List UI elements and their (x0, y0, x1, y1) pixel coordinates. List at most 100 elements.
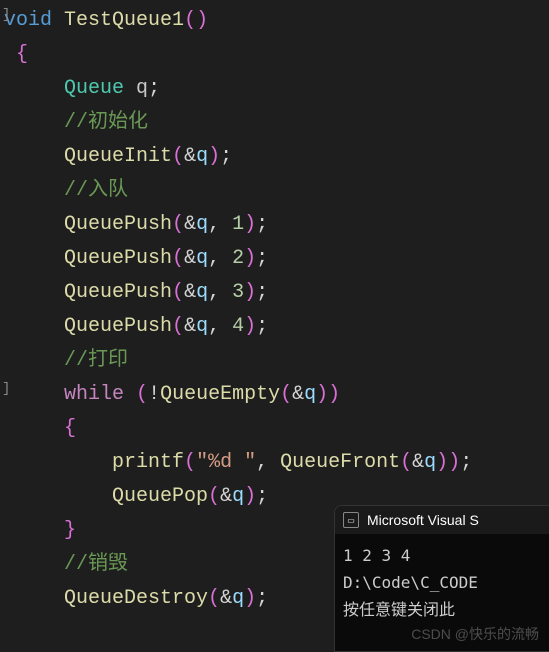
code-line: QueuePush(&q, 4); (4, 310, 549, 344)
amp: & (292, 383, 304, 406)
semicolon: ; (256, 247, 268, 270)
keyword-void: void (4, 9, 52, 32)
paren: ( (172, 145, 184, 168)
paren: ( (172, 281, 184, 304)
code-line: QueuePush(&q, 2); (4, 242, 549, 276)
paren: ( (136, 383, 148, 406)
paren: ) (244, 315, 256, 338)
func-call: QueueEmpty (160, 383, 280, 406)
keyword-while: while (64, 383, 124, 406)
amp: & (184, 247, 196, 270)
code-line: { (4, 38, 549, 72)
var-name: q (136, 77, 148, 100)
console-title-text: Microsoft Visual S (367, 512, 479, 528)
func-call: QueuePush (64, 247, 172, 270)
amp: & (184, 281, 196, 304)
console-line: 按任意键关闭此 (343, 596, 541, 623)
comma: , (208, 281, 232, 304)
paren: ) (244, 587, 256, 610)
number: 4 (232, 315, 244, 338)
arg: q (232, 587, 244, 610)
paren: ( (172, 213, 184, 236)
brace-open: { (16, 43, 28, 66)
code-line: ]void TestQueue1() (4, 4, 549, 38)
semicolon: ; (256, 315, 268, 338)
comment: //销毁 (64, 553, 128, 576)
arg: q (196, 145, 208, 168)
type-name: Queue (64, 77, 124, 100)
arg: q (424, 451, 436, 474)
console-titlebar[interactable]: ▭ Microsoft Visual S (335, 506, 549, 534)
paren: ) (244, 281, 256, 304)
amp: & (184, 145, 196, 168)
paren: ) (328, 383, 340, 406)
func-call: QueueInit (64, 145, 172, 168)
func-call: QueuePush (64, 281, 172, 304)
not-op: ! (148, 383, 160, 406)
semicolon: ; (256, 485, 268, 508)
watermark: CSDN @快乐的流畅 (411, 624, 539, 644)
amp: & (412, 451, 424, 474)
amp: & (184, 315, 196, 338)
space (124, 383, 136, 406)
code-line: //打印 (4, 344, 549, 378)
arg: q (196, 315, 208, 338)
func-call: QueuePush (64, 213, 172, 236)
semicolon: ; (256, 213, 268, 236)
code-line: { (4, 412, 549, 446)
paren: ) (244, 247, 256, 270)
paren: ( (208, 587, 220, 610)
paren: ( (280, 383, 292, 406)
paren: ) (436, 451, 448, 474)
code-line: QueueInit(&q); (4, 140, 549, 174)
string: "%d " (196, 451, 256, 474)
collapse-marker[interactable]: ] (2, 4, 10, 28)
amp: & (220, 485, 232, 508)
comma: , (208, 213, 232, 236)
semicolon: ; (256, 281, 268, 304)
number: 2 (232, 247, 244, 270)
code-line: Queue q; (4, 72, 549, 106)
comment: //入队 (64, 179, 128, 202)
semicolon: ; (460, 451, 472, 474)
code-line: //入队 (4, 174, 549, 208)
paren: ) (244, 485, 256, 508)
paren: ) (208, 145, 220, 168)
console-icon: ▭ (343, 512, 359, 528)
function-name: TestQueue1 (64, 9, 184, 32)
code-line: QueuePush(&q, 3); (4, 276, 549, 310)
number: 1 (232, 213, 244, 236)
comma: , (208, 315, 232, 338)
paren: ( (184, 451, 196, 474)
func-call: QueuePop (112, 485, 208, 508)
number: 3 (232, 281, 244, 304)
func-call: printf (112, 451, 184, 474)
func-call: QueueDestroy (64, 587, 208, 610)
comment: //打印 (64, 349, 128, 372)
paren: ( (208, 485, 220, 508)
arg: q (196, 247, 208, 270)
arg: q (304, 383, 316, 406)
arg: q (232, 485, 244, 508)
amp: & (220, 587, 232, 610)
brace-close: } (64, 519, 76, 542)
func-call: QueueFront (280, 451, 400, 474)
brace-open: { (64, 417, 76, 440)
collapse-marker[interactable]: ] (2, 378, 10, 402)
comment: //初始化 (64, 111, 148, 134)
paren: ) (244, 213, 256, 236)
code-line: ] while (!QueueEmpty(&q)) (4, 378, 549, 412)
amp: & (184, 213, 196, 236)
console-line: D:\Code\C_CODE (343, 569, 541, 596)
paren: ) (316, 383, 328, 406)
parens: () (184, 9, 208, 32)
console-output: 1 2 3 4 D:\Code\C_CODE 按任意键关闭此 (335, 534, 549, 632)
func-call: QueuePush (64, 315, 172, 338)
paren: ( (172, 315, 184, 338)
semicolon: ; (220, 145, 232, 168)
paren: ( (400, 451, 412, 474)
code-line: //初始化 (4, 106, 549, 140)
comma: , (256, 451, 280, 474)
semicolon: ; (148, 77, 160, 100)
paren: ( (172, 247, 184, 270)
